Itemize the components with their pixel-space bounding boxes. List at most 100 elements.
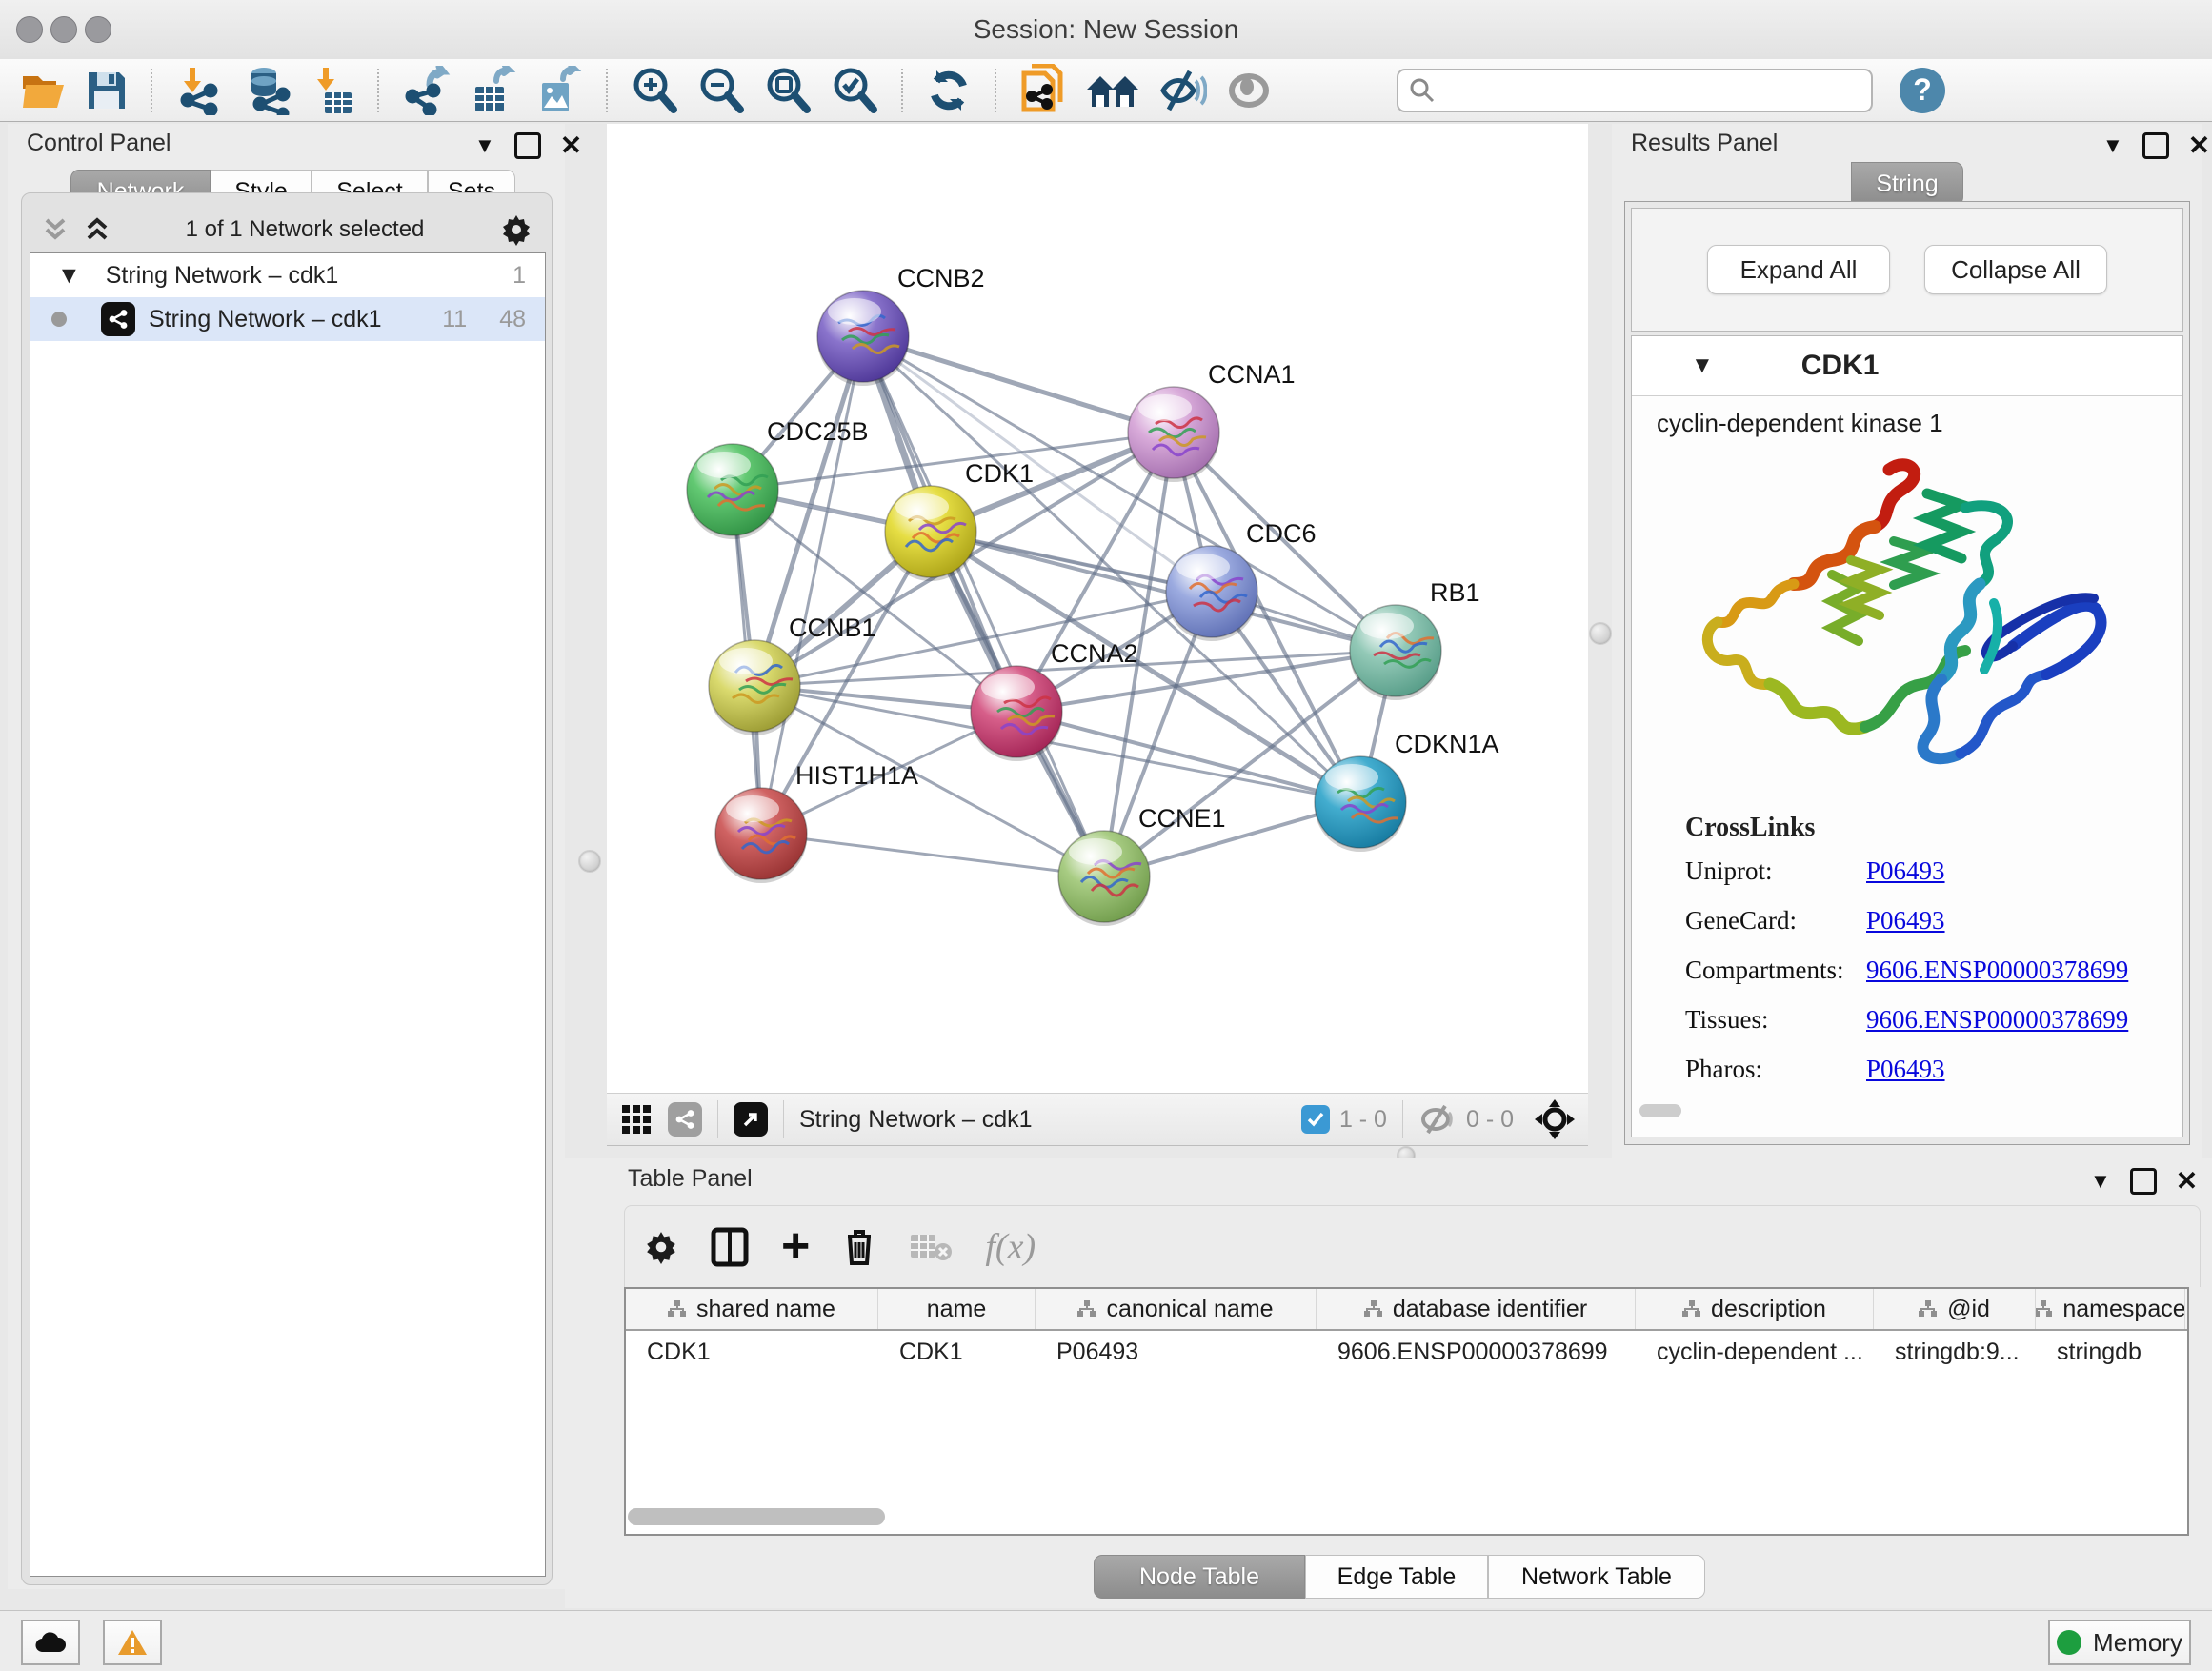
import-table-file-icon[interactable] [310,66,355,115]
float-panel-icon[interactable] [514,132,541,159]
crosslink-link[interactable]: 9606.ENSP00000378699 [1866,1005,2128,1035]
home-icon[interactable] [1085,66,1140,115]
edge-CDK1-RB1[interactable] [931,532,1396,651]
node-CCNA1[interactable]: CCNA1 [1128,360,1296,482]
edge-CCNB2-CCNA1[interactable] [863,336,1174,433]
search-input[interactable] [1397,69,1873,112]
table-row[interactable]: CDK1CDK1P064939606.ENSP00000378699cyclin… [626,1331,2187,1373]
crosslink-link[interactable]: 9606.ENSP00000378699 [1866,956,2128,985]
show-columns-icon[interactable] [711,1227,749,1267]
results-panel-title: Results Panel [1631,130,1778,157]
column-header-shared-name[interactable]: shared name [626,1289,878,1329]
save-session-icon[interactable] [85,66,129,115]
warning-button[interactable] [103,1620,162,1665]
tab-string[interactable]: String [1851,162,1963,206]
column-header-description[interactable]: description [1636,1289,1874,1329]
zoom-fit-icon[interactable] [763,66,813,115]
hidden-eye-icon[interactable] [1418,1103,1457,1136]
crosslink-link[interactable]: P06493 [1866,856,1945,886]
table-horizontal-scrollbar[interactable] [628,1508,885,1525]
float-panel-icon[interactable] [2142,132,2169,159]
crosslink-link[interactable]: P06493 [1866,1055,1945,1084]
expand-all-button[interactable]: Expand All [1707,245,1890,294]
edge-CCNB2-HIST1H1A[interactable] [761,336,863,834]
close-panel-icon[interactable]: ✕ [560,130,582,161]
column-header-canonical-name[interactable]: canonical name [1036,1289,1317,1329]
table-cell[interactable]: stringdb [2036,1331,2185,1373]
column-header-namespace[interactable]: namespace [2036,1289,2185,1329]
open-in-window-icon[interactable] [734,1102,768,1137]
hide-show-icon[interactable] [1157,66,1207,115]
network-canvas[interactable]: CCNB2CCNA1CDC25BCDK1CDC6RB1CCNB1CCNA2CDK… [607,124,1588,1093]
column-header-name[interactable]: name [878,1289,1036,1329]
table-cell[interactable]: CDK1 [626,1331,878,1373]
node-CDK1[interactable]: CDK1 [885,459,1034,581]
edge-CCNA2-CDKN1A[interactable] [1016,712,1360,802]
edge-HIST1H1A-CCNE1[interactable] [761,834,1104,876]
show-grid-icon[interactable] [620,1103,653,1136]
edge-CCNB2-CCNE1[interactable] [863,336,1104,876]
string-results-box: Expand All Collapse All ▼ CDK1 cyclin-de… [1624,201,2190,1145]
import-network-file-icon[interactable] [174,66,224,115]
zoom-in-icon[interactable] [630,66,679,115]
table-cell[interactable]: stringdb:9... [1874,1331,2036,1373]
memory-button[interactable]: Memory [2048,1620,2191,1665]
crosslink-link[interactable]: P06493 [1866,906,1945,936]
node-HIST1H1A[interactable]: HIST1H1A [715,761,918,883]
node-table[interactable]: shared namenamecanonical namedatabase id… [624,1287,2189,1536]
main-toolbar: ? [0,59,2212,122]
eye-icon[interactable] [1224,66,1274,115]
open-session-icon[interactable] [20,66,68,115]
node-RB1[interactable]: RB1 [1350,578,1480,700]
collapse-all-networks-icon[interactable] [43,216,68,243]
column-header-@id[interactable]: @id [1874,1289,2036,1329]
birds-eye-view-icon[interactable] [1535,1099,1575,1139]
cloud-button[interactable] [21,1620,80,1665]
delete-column-icon[interactable] [842,1227,876,1267]
tab-edge-table[interactable]: Edge Table [1305,1555,1488,1599]
panel-menu-icon[interactable]: ▼ [2090,1169,2111,1194]
export-network-icon[interactable] [401,66,451,115]
table-cell[interactable]: P06493 [1036,1331,1317,1373]
float-panel-icon[interactable] [2130,1168,2157,1195]
table-cell[interactable]: 9606.ENSP00000378699 [1317,1331,1636,1373]
add-column-icon[interactable]: + [781,1232,810,1261]
network-options-gear-icon[interactable] [500,213,533,246]
table-cell[interactable]: cyclin-dependent ... [1636,1331,1874,1373]
table-header-row: shared namenamecanonical namedatabase id… [626,1289,2187,1331]
collection-expander-icon[interactable]: ▼ [57,262,81,290]
zoom-out-icon[interactable] [696,66,746,115]
export-image-icon[interactable] [534,66,584,115]
tab-network-table[interactable]: Network Table [1488,1555,1705,1599]
zoom-selected-icon[interactable] [830,66,879,115]
panel-menu-icon[interactable]: ▼ [474,133,495,158]
column-header-database-identifier[interactable]: database identifier [1317,1289,1636,1329]
left-splitter-handle[interactable] [578,850,601,873]
node-CDC25B[interactable]: CDC25B [687,417,869,539]
close-panel-icon[interactable]: ✕ [2188,130,2210,161]
expand-all-networks-icon[interactable] [85,216,110,243]
collapse-all-button[interactable]: Collapse All [1924,245,2107,294]
right-splitter-handle[interactable] [1589,622,1612,645]
refresh-icon[interactable] [925,66,973,115]
import-network-database-icon[interactable] [241,66,292,115]
share-document-icon[interactable] [1018,66,1068,115]
entry-expander-icon[interactable]: ▼ [1691,352,1714,379]
memory-status-icon [2057,1630,2081,1655]
node-CCNE1[interactable]: CCNE1 [1058,804,1226,926]
network-row[interactable]: String Network – cdk1 11 48 [30,297,545,341]
node-CDKN1A[interactable]: CDKN1A [1315,730,1499,852]
selected-checkbox-icon[interactable] [1301,1105,1330,1134]
node-label-HIST1H1A: HIST1H1A [795,761,918,790]
results-horizontal-scrollbar[interactable] [1639,1104,1681,1117]
table-options-gear-icon[interactable] [644,1230,678,1264]
close-panel-icon[interactable]: ✕ [2176,1165,2198,1197]
panel-menu-icon[interactable]: ▼ [2102,133,2123,158]
table-cell[interactable]: CDK1 [878,1331,1036,1373]
network-collection-row[interactable]: ▼ String Network – cdk1 1 [30,253,545,297]
node-label-CCNA1: CCNA1 [1208,360,1296,389]
export-table-icon[interactable] [468,66,517,115]
network-overview-icon[interactable] [668,1102,702,1137]
tab-node-table[interactable]: Node Table [1094,1555,1305,1599]
help-icon[interactable]: ? [1900,68,1945,113]
